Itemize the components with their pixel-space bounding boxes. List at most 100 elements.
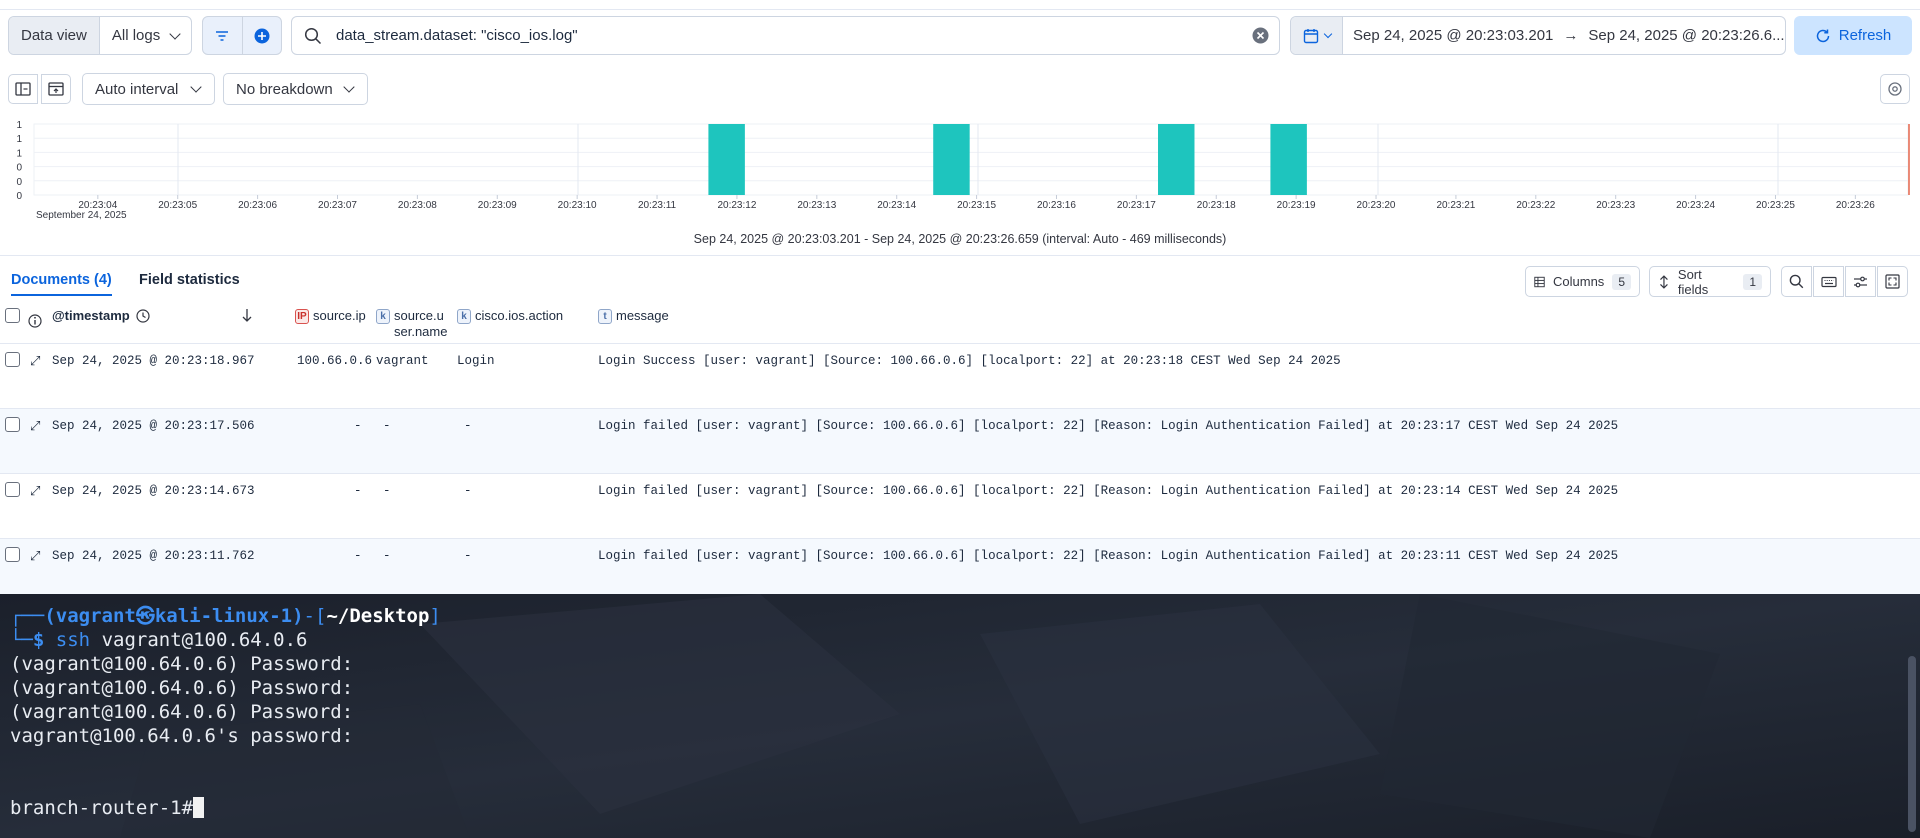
chart-options-button[interactable] [1880,74,1910,104]
terminal-command: vagrant@100.64.0.6 [101,629,308,651]
select-all-checkbox[interactable] [5,308,20,323]
toggle-sidebar-button[interactable] [8,74,38,104]
date-range: Sep 24, 2025 @ 20:23:03.201 → Sep 24, 20… [1343,27,1785,44]
terminal-output-line: vagrant@100.64.0.6's password: [10,725,354,747]
grid-search-button[interactable] [1781,266,1812,297]
row-checkbox[interactable] [5,417,20,432]
column-header-source-ip[interactable]: IP source.ip [295,308,366,324]
histogram-bar [708,124,745,195]
sort-fields-button[interactable]: Sort fields 1 [1649,266,1771,297]
table-row[interactable]: ⤢ Sep 24, 2025 @ 20:23:17.506 - - - Logi… [0,409,1920,474]
y-tick-label: 1 [16,148,22,159]
expand-icon[interactable]: ⤢ [30,484,40,499]
row-checkbox[interactable] [5,547,20,562]
row-checkbox[interactable] [5,482,20,497]
chevron-down-icon [343,81,355,93]
add-filter-button[interactable] [243,17,282,54]
expand-icon[interactable]: ⤢ [30,549,40,564]
sort-direction-icon[interactable] [241,308,253,322]
data-view-picker[interactable]: Data view All logs [8,16,192,55]
date-start[interactable]: Sep 24, 2025 @ 20:23:03.201 [1353,27,1553,44]
terminal-cursor [193,797,205,818]
query-search-bar[interactable]: data_stream.dataset: "cisco_ios.log" [291,16,1280,55]
top-strip [0,0,1920,10]
sidebar-icon [15,82,31,96]
collapse-chart-button[interactable] [41,74,71,104]
clear-icon[interactable] [1252,27,1269,44]
table-row[interactable]: ⤢ Sep 24, 2025 @ 20:23:11.762 - - - Logi… [0,539,1920,594]
histogram-bar [1158,124,1195,195]
y-tick-label: 0 [16,177,22,188]
cell-message: Login failed [user: vagrant] [Source: 10… [598,549,1619,563]
cell-source-ip: 100.66.0.6 [297,354,373,368]
refresh-button[interactable]: Refresh [1794,16,1912,55]
cell-timestamp: Sep 24, 2025 @ 20:23:18.967 [52,354,255,368]
breakdown-select[interactable]: No breakdown [223,73,368,105]
cell-action: - [464,419,472,433]
x-tick-label: 20:23:05 [158,200,197,211]
cell-source-ip: - [354,549,362,563]
expand-icon[interactable]: ⤢ [30,354,40,369]
fullscreen-button[interactable] [1877,266,1908,297]
histogram-bar [933,124,970,195]
tab-documents[interactable]: Documents (4) [11,272,112,296]
x-tick-label: 20:23:15 [957,200,996,211]
x-tick-label: 20:23:09 [478,200,517,211]
calendar-icon [1303,28,1318,43]
column-header-action[interactable]: k cisco.ios.action [457,308,563,324]
column-header-message[interactable]: t message [598,308,669,324]
router-prompt-text: branch-router-1# [10,797,194,819]
chevron-down-icon [190,81,202,93]
cell-source-user: - [383,549,391,563]
expand-icon[interactable]: ⤢ [30,419,40,434]
column-header-timestamp[interactable]: @timestamp [52,308,150,324]
info-icon [28,314,42,328]
refresh-icon [1816,29,1829,42]
query-actions [202,16,282,55]
y-tick-label: 0 [16,191,22,202]
plot-area [33,123,1909,196]
message-header-label: message [616,308,669,323]
x-tick-label: 20:23:26 [1836,200,1875,211]
terminal-scrollbar[interactable] [1908,656,1916,832]
cell-message: Login failed [user: vagrant] [Source: 10… [598,419,1619,433]
display-settings-button[interactable] [1845,266,1876,297]
keyboard-shortcuts-button[interactable] [1813,266,1844,297]
date-end[interactable]: Sep 24, 2025 @ 20:23:26.6... [1588,27,1784,44]
cell-action: - [464,549,472,563]
sort-icon [1660,274,1668,289]
cell-source-user: vagrant [376,354,429,368]
clock-icon [136,309,150,323]
query-input[interactable]: data_stream.dataset: "cisco_ios.log" [336,27,1252,44]
row-checkbox[interactable] [5,352,20,367]
terminal-window[interactable]: ┌──(vagrant㉿kali-linux-1)-[~/Desktop] └─… [0,594,1920,838]
cell-source-ip: - [354,419,362,433]
x-tick-label: 20:23:07 [318,200,357,211]
histogram-bar [1270,124,1307,195]
quick-select-button[interactable] [1291,17,1343,54]
data-view-select[interactable]: All logs [100,17,191,54]
column-header-source-user[interactable]: k source.u ser.name [376,308,450,340]
cell-source-user: - [383,484,391,498]
table-icon [1534,276,1545,287]
table-row[interactable]: ⤢ Sep 24, 2025 @ 20:23:18.967 100.66.0.6… [0,344,1920,409]
keyword-type-icon: k [376,309,390,324]
data-view-label: Data view [9,17,100,54]
cell-action: - [464,484,472,498]
interval-label: Auto interval [95,80,179,98]
columns-button[interactable]: Columns 5 [1525,266,1640,297]
plus-circle-icon [254,28,270,43]
filter-icon [216,30,229,41]
tab-field-statistics[interactable]: Field statistics [139,272,240,288]
y-tick-label: 0 [16,163,22,174]
filter-menu-button[interactable] [203,17,243,54]
interval-select[interactable]: Auto interval [82,73,215,105]
settings-icon [1888,82,1902,96]
date-picker[interactable]: Sep 24, 2025 @ 20:23:03.201 → Sep 24, 20… [1290,16,1786,55]
grid-header: @timestamp IP source.ip k source.u ser.n… [0,300,1920,344]
breakdown-label: No breakdown [236,80,333,98]
chevron-down-icon [169,27,181,40]
action-header-label: cisco.ios.action [475,308,564,323]
table-row[interactable]: ⤢ Sep 24, 2025 @ 20:23:14.673 - - - Logi… [0,474,1920,539]
divider [0,255,1920,256]
